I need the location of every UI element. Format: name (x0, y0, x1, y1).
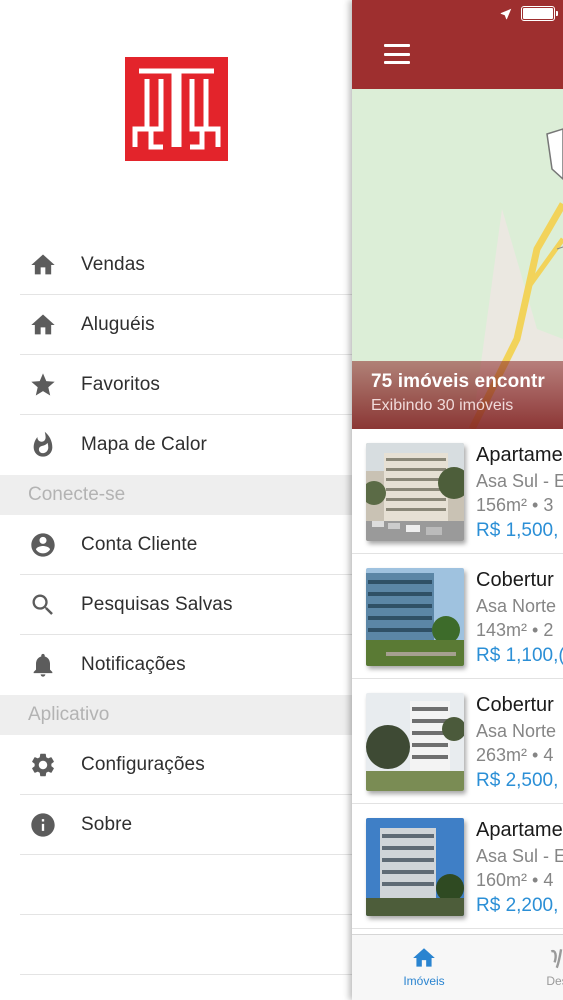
location-arrow-icon (500, 8, 512, 19)
menu-item-configuracoes[interactable]: Configurações (0, 735, 352, 795)
section-header-app: Aplicativo (0, 695, 352, 735)
listing-title: Apartame (476, 819, 563, 841)
home-icon (29, 311, 57, 339)
menu-item-label: Vendas (81, 254, 145, 275)
star-icon (29, 371, 57, 399)
menu-item-label: Sobre (81, 814, 133, 835)
menu-item-mapa-de-calor[interactable]: Mapa de Calor (0, 415, 352, 475)
building-logo (125, 57, 228, 161)
home-icon (413, 948, 435, 967)
listing-title: Cobertur (476, 694, 554, 716)
menu-item-label: Mapa de Calor (81, 434, 207, 455)
gear-icon (29, 751, 57, 779)
menu-item-label: Pesquisas Salvas (81, 594, 233, 615)
listing-photo (366, 568, 464, 666)
tab-bar: Imóveis Desc (352, 934, 563, 1000)
divider (20, 914, 352, 915)
bell-icon (29, 651, 57, 679)
menu-item-sobre[interactable]: Sobre (0, 795, 352, 855)
listing-size: 160m² • 4 (476, 870, 554, 890)
listing-photo (366, 443, 464, 541)
home-icon (29, 251, 57, 279)
listing-price: R$ 1,500, (476, 520, 559, 541)
listing-size: 156m² • 3 (476, 495, 554, 515)
menu-item-vendas[interactable]: Vendas (0, 235, 352, 295)
navigation-drawer: Vendas Aluguéis Favoritos Mapa de Calor … (0, 0, 352, 1000)
listing-size: 263m² • 4 (476, 745, 554, 765)
menu-item-pesquisas-salvas[interactable]: Pesquisas Salvas (0, 575, 352, 635)
divider (20, 974, 352, 975)
listing-photo (366, 693, 464, 791)
menu-item-label: Configurações (81, 754, 205, 775)
results-subtitle: Exibindo 30 imóveis (371, 397, 514, 414)
tab-desc[interactable]: Desc (530, 945, 563, 988)
listing-photo (366, 818, 464, 916)
app-bar (352, 0, 563, 89)
listing-title: Apartame (476, 444, 563, 466)
section-header-connect: Conecte-se (0, 475, 352, 515)
menu-item-alugueis[interactable]: Aluguéis (0, 295, 352, 355)
status-bar (499, 6, 558, 21)
listing-card[interactable]: Cobertur Asa Norte 263m² • 4 R$ 2,500, (352, 679, 563, 804)
menu-item-conta-cliente[interactable]: Conta Cliente (0, 515, 352, 575)
listing-card[interactable]: Cobertur Asa Norte 143m² • 2 R$ 1,100,( (352, 554, 563, 679)
menu-item-favoritos[interactable]: Favoritos (0, 355, 352, 415)
search-icon (29, 591, 57, 619)
listing-size: 143m² • 2 (476, 620, 554, 640)
main-panel: 75 imóveis encontr Exibindo 30 imóveis A… (352, 0, 563, 1000)
drawer-menu: Vendas Aluguéis Favoritos Mapa de Calor … (0, 235, 352, 855)
tab-label: Imóveis (403, 974, 445, 988)
menu-item-label: Conta Cliente (81, 534, 198, 555)
hamburger-icon[interactable] (384, 44, 410, 64)
listing-location: Asa Norte (476, 596, 557, 616)
listing-location: Asa Sul - E (476, 846, 563, 866)
listing-title: Cobertur (476, 569, 554, 591)
listing-card[interactable]: Apartame Asa Sul - E 160m² • 4 R$ 2,200, (352, 804, 563, 929)
menu-item-label: Aluguéis (81, 314, 155, 335)
tab-2-icon (550, 949, 563, 969)
listing-price: R$ 2,200, (476, 895, 559, 916)
listing-price: R$ 2,500, (476, 770, 559, 791)
menu-item-label: Notificações (81, 654, 186, 675)
battery-icon (521, 6, 558, 21)
account-circle-icon (29, 531, 57, 559)
tab-label: Desc (546, 974, 563, 988)
info-icon (29, 811, 57, 839)
listing-price: R$ 1,100,( (476, 645, 563, 666)
results-count: 75 imóveis encontr (371, 371, 545, 392)
flame-icon (29, 431, 57, 459)
tab-imoveis[interactable]: Imóveis (396, 945, 452, 988)
listing-card[interactable]: Apartame Asa Sul - E 156m² • 3 R$ 1,500, (352, 429, 563, 554)
menu-item-label: Favoritos (81, 374, 161, 395)
listing-location: Asa Sul - E (476, 471, 563, 491)
listing-location: Asa Norte (476, 721, 557, 741)
menu-item-notificacoes[interactable]: Notificações (0, 635, 352, 695)
